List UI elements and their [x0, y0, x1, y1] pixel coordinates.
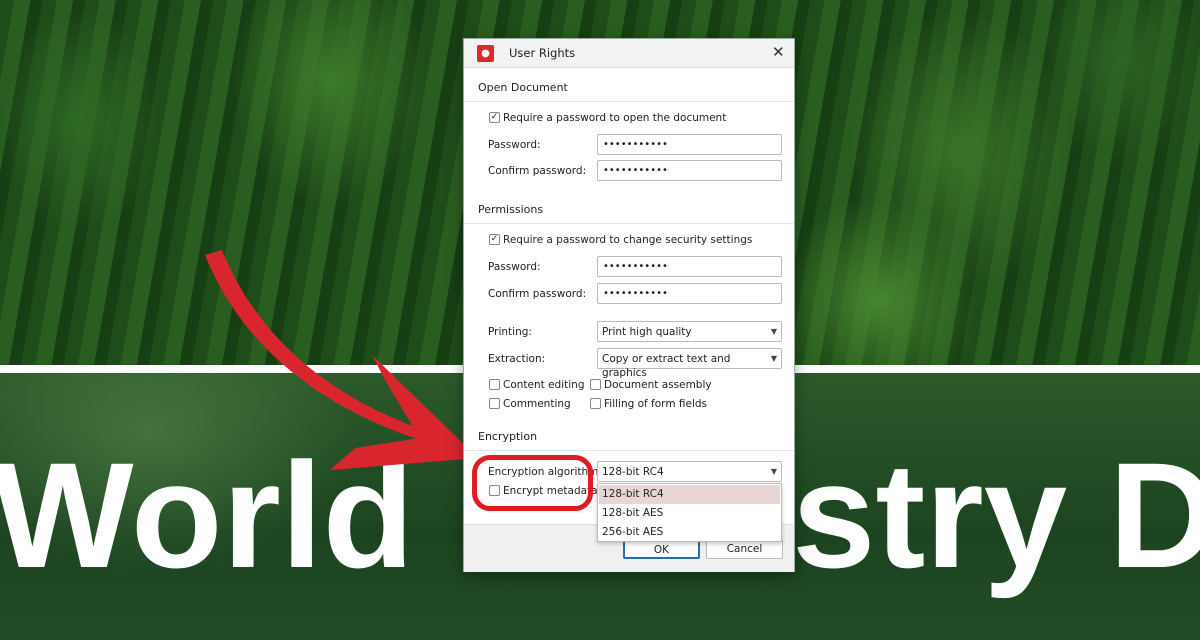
perm-password-label: Password: [488, 261, 541, 273]
perm-require-label: Require a password to change security se… [503, 234, 753, 246]
title-bar: ● User Rights ✕ [464, 39, 794, 68]
red-highlight-circle [472, 455, 593, 511]
encryption-algorithm-value: 128-bit RC4 [602, 466, 664, 478]
encryption-algorithm-dropdown: 128-bit RC4 128-bit AES 256-bit AES [597, 483, 782, 542]
chevron-down-icon: ▼ [770, 354, 777, 363]
separator [464, 450, 794, 451]
app-icon: ● [477, 45, 494, 62]
chevron-down-icon: ▼ [770, 327, 777, 336]
open-password-field[interactable]: ••••••••••• [597, 134, 782, 155]
close-icon[interactable]: ✕ [772, 43, 785, 61]
dialog-title: User Rights [509, 46, 576, 60]
printing-value: Print high quality [602, 326, 692, 338]
commenting-checkbox[interactable] [489, 398, 500, 409]
perm-confirm-field[interactable]: ••••••••••• [597, 283, 782, 304]
perm-password-field[interactable]: ••••••••••• [597, 256, 782, 277]
arrow-shaft [205, 250, 424, 440]
extraction-label: Extraction: [488, 353, 546, 365]
perm-confirm-label: Confirm password: [488, 288, 587, 300]
open-require-checkbox[interactable]: ✓ [489, 112, 500, 123]
open-password-label: Password: [488, 139, 541, 151]
filling-form-fields-checkbox[interactable] [590, 398, 601, 409]
separator [464, 223, 794, 224]
document-assembly-label: Document assembly [604, 379, 712, 391]
extraction-value: Copy or extract text and graphics [602, 353, 731, 379]
cancel-button[interactable]: Cancel [706, 539, 783, 559]
dropdown-option[interactable]: 256-bit AES [599, 523, 780, 542]
section-encryption: Encryption [478, 430, 538, 443]
open-require-label: Require a password to open the document [503, 112, 727, 124]
section-open-document: Open Document [478, 81, 568, 94]
ok-button[interactable]: OK [623, 539, 700, 559]
content-editing-checkbox[interactable] [489, 379, 500, 390]
separator [464, 101, 794, 102]
document-assembly-checkbox[interactable] [590, 379, 601, 390]
extraction-select[interactable]: Copy or extract text and graphics ▼ [597, 348, 782, 379]
dropdown-option-selected[interactable]: 128-bit RC4 [599, 485, 780, 504]
dropdown-option[interactable]: 128-bit AES [599, 504, 780, 523]
arrow-head [330, 355, 478, 470]
commenting-label: Commenting [503, 398, 571, 410]
open-confirm-field[interactable]: ••••••••••• [597, 160, 782, 181]
filling-form-fields-label: Filling of form fields [604, 398, 708, 410]
open-confirm-label: Confirm password: [488, 165, 587, 177]
printing-select[interactable]: Print high quality ▼ [597, 321, 782, 342]
chevron-down-icon: ▼ [770, 467, 777, 476]
section-permissions: Permissions [478, 203, 544, 216]
content-editing-label: Content editing [503, 379, 585, 391]
printing-label: Printing: [488, 326, 532, 338]
perm-require-checkbox[interactable]: ✓ [489, 234, 500, 245]
encryption-algorithm-select[interactable]: 128-bit RC4 ▼ [597, 461, 782, 482]
